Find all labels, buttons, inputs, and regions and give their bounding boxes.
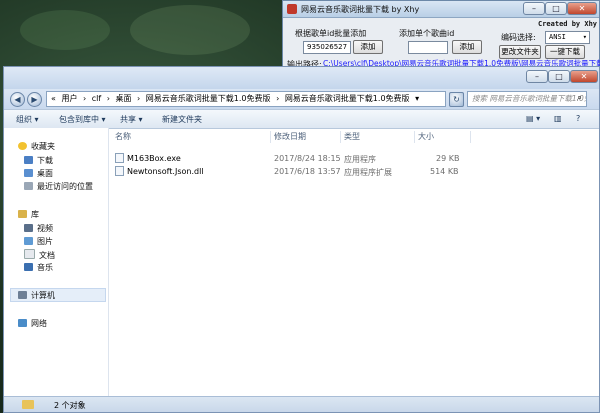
breadcrumb-dropdown-icon[interactable]: ▾ [415, 94, 419, 103]
encoding-label: 编码选择: [501, 33, 536, 42]
explorer-titlebar[interactable]: – □ ✕ [4, 67, 599, 89]
column-separator [414, 131, 415, 143]
add-album-button[interactable]: 添加 [353, 40, 383, 54]
search-icon[interactable]: ⌕ [577, 93, 582, 103]
column-separator [270, 131, 271, 143]
breadcrumb-1[interactable]: 用户 [61, 94, 77, 103]
navigation-pane: 收藏夹 下载 桌面 最近访问的位置 库 视频 图片 文档 音乐 计算机 网络 [4, 128, 109, 396]
wallpaper-leaf [130, 5, 250, 55]
preview-pane-icon[interactable]: ▥ [554, 114, 562, 123]
organize-menu[interactable]: 组织 ▾ [16, 114, 39, 125]
file-name: M163Box.exe [127, 154, 181, 163]
tool-title: 网易云音乐歌词批量下载 by Xhy [301, 5, 420, 14]
music-icon [24, 263, 33, 271]
share-menu[interactable]: 共享 ▾ [120, 114, 143, 125]
breadcrumb-3[interactable]: 桌面 [115, 94, 131, 103]
breadcrumb-sep: › [83, 94, 87, 103]
breadcrumb-4[interactable]: 网易云音乐歌词批量下载1.0免费版 [146, 94, 271, 103]
item-count: 2 个对象 [54, 401, 86, 410]
breadcrumb-sep: › [137, 94, 141, 103]
sidebar-item-downloads[interactable]: 下载 [24, 155, 53, 166]
file-name: Newtonsoft.Json.dll [127, 167, 204, 176]
change-folder-button[interactable]: 更改文件夹 [499, 45, 541, 59]
recent-places-icon [24, 182, 33, 190]
sidebar-item-pictures[interactable]: 图片 [24, 236, 53, 247]
breadcrumb-5[interactable]: 网易云音乐歌词批量下载1.0免费版 [285, 94, 410, 103]
chevron-down-icon: ▾ [582, 33, 587, 41]
download-folder-icon [24, 156, 33, 164]
encoding-value: ANSI [549, 33, 566, 41]
network-icon [18, 319, 27, 327]
close-button[interactable]: ✕ [567, 2, 597, 15]
address-bar[interactable]: « 用户 › clf › 桌面 › 网易云音乐歌词批量下载1.0免费版 › 网易… [46, 91, 446, 107]
file-size: 514 KB [430, 167, 459, 176]
song-id-label: 添加单个歌曲id [399, 29, 455, 38]
column-header-size[interactable]: 大小 [418, 131, 434, 142]
file-type: 应用程序扩展 [344, 168, 392, 177]
album-id-input[interactable]: 935026527 [303, 41, 351, 54]
column-separator [340, 131, 341, 143]
file-size: 29 KB [436, 154, 460, 163]
document-icon [24, 249, 35, 259]
file-date: 2017/8/24 18:15 [274, 154, 341, 163]
explorer-window: – □ ✕ ◀ ▶ « 用户 › clf › 桌面 › 网易云音乐歌词批量下载1… [3, 66, 600, 413]
file-date: 2017/6/18 13:57 [274, 167, 341, 176]
add-song-button[interactable]: 添加 [452, 40, 482, 54]
breadcrumb-sep: › [106, 94, 110, 103]
folder-icon [22, 400, 34, 409]
command-bar: 组织 ▾ 包含到库中 ▾ 共享 ▾ 新建文件夹 ▤ ▾ ▥ ? [4, 109, 599, 129]
close-button[interactable]: ✕ [570, 70, 598, 83]
exe-file-icon [115, 153, 124, 163]
breadcrumb-2[interactable]: clf [92, 94, 101, 103]
minimize-button[interactable]: – [526, 70, 548, 83]
computer-icon [18, 291, 27, 299]
breadcrumb-0[interactable]: « [51, 94, 56, 103]
encoding-select[interactable]: ANSI ▾ [545, 31, 590, 44]
help-icon[interactable]: ? [576, 114, 580, 123]
sidebar-item-library[interactable]: 库 [18, 209, 39, 220]
app-icon [287, 4, 297, 14]
library-icon [18, 210, 27, 218]
include-library-menu[interactable]: 包含到库中 ▾ [59, 114, 106, 125]
sidebar-item-favorites[interactable]: 收藏夹 [18, 141, 55, 152]
sidebar-item-desktop[interactable]: 桌面 [24, 168, 53, 179]
sidebar-item-computer[interactable]: 计算机 [18, 290, 55, 301]
picture-icon [24, 237, 33, 245]
back-arrow-icon[interactable]: ◀ [10, 92, 25, 107]
sidebar-item-recent[interactable]: 最近访问的位置 [24, 181, 93, 192]
table-row[interactable]: Newtonsoft.Json.dll 2017/6/18 13:57 应用程序… [112, 165, 472, 177]
song-id-input[interactable] [408, 41, 448, 54]
column-header-type[interactable]: 类型 [344, 131, 360, 142]
column-header-name[interactable]: 名称 [115, 131, 131, 142]
breadcrumb-sep: › [276, 94, 280, 103]
created-by-label: Created by Xhy [538, 20, 598, 28]
minimize-button[interactable]: – [523, 2, 545, 15]
address-row: ◀ ▶ « 用户 › clf › 桌面 › 网易云音乐歌词批量下载1.0免费版 … [4, 89, 599, 109]
sidebar-item-music[interactable]: 音乐 [24, 262, 53, 273]
column-header-date[interactable]: 修改日期 [274, 131, 306, 142]
wallpaper-leaf [20, 10, 110, 50]
tool-titlebar[interactable]: 网易云音乐歌词批量下载 by Xhy – □ ✕ [283, 1, 599, 18]
file-type: 应用程序 [344, 155, 376, 164]
lyrics-downloader-window: 网易云音乐歌词批量下载 by Xhy – □ ✕ Created by Xhy … [282, 0, 600, 73]
view-options-icon[interactable]: ▤ ▾ [526, 114, 540, 123]
video-icon [24, 224, 33, 232]
table-row[interactable]: M163Box.exe 2017/8/24 18:15 应用程序 29 KB [112, 152, 472, 164]
maximize-button[interactable]: □ [548, 70, 570, 83]
download-all-button[interactable]: 一键下载 [545, 45, 585, 59]
desktop-icon [24, 169, 33, 177]
star-icon [18, 142, 27, 150]
sidebar-item-network[interactable]: 网络 [18, 318, 47, 329]
sidebar-item-documents[interactable]: 文档 [24, 249, 55, 261]
sidebar-item-videos[interactable]: 视频 [24, 223, 53, 234]
album-id-label: 根据歌单id批量添加 [295, 29, 367, 38]
new-folder-button[interactable]: 新建文件夹 [162, 114, 202, 125]
column-separator [470, 131, 471, 143]
refresh-icon[interactable]: ↻ [449, 92, 464, 107]
status-bar: 2 个对象 [4, 396, 599, 412]
restore-button[interactable]: □ [545, 2, 567, 15]
search-input[interactable]: 搜索 网易云音乐歌词批量下载1.0免... [467, 91, 587, 107]
forward-arrow-icon[interactable]: ▶ [27, 92, 42, 107]
dll-file-icon [115, 166, 124, 176]
